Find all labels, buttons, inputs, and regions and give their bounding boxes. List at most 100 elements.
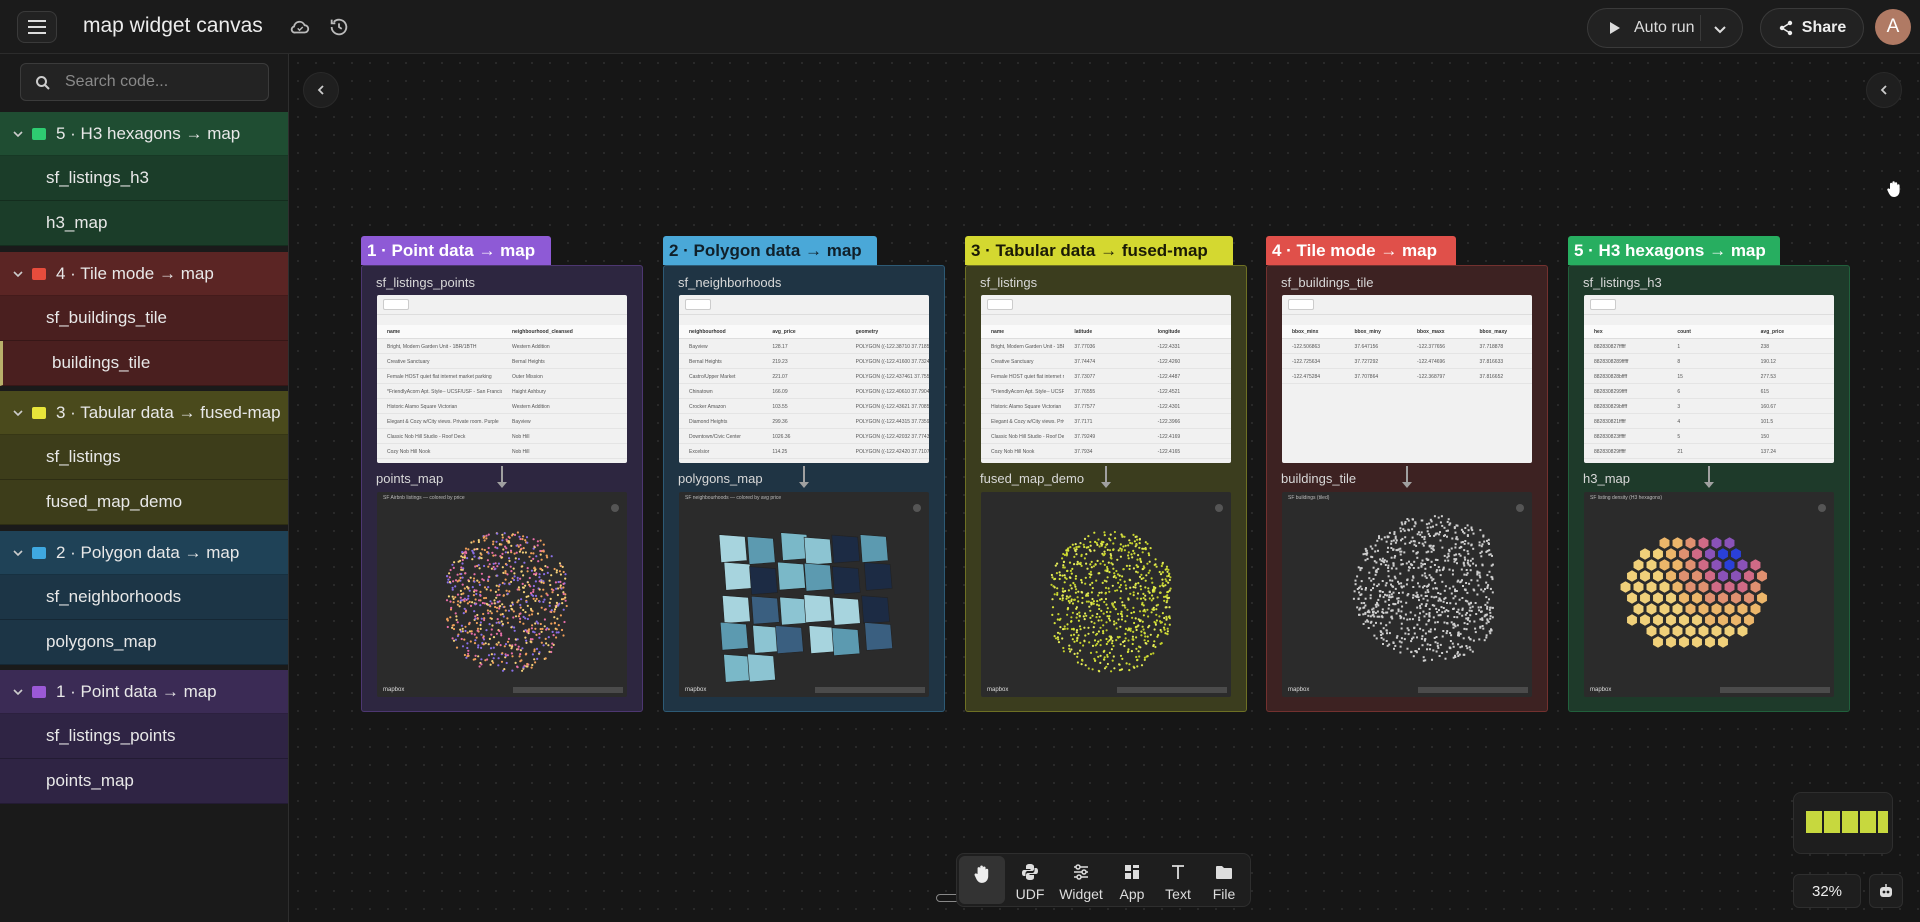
- filter-button[interactable]: [685, 299, 711, 310]
- map-node-title[interactable]: fused_map_demo: [980, 471, 1084, 486]
- column-header[interactable]: bbox_minx: [1282, 325, 1345, 338]
- table-row[interactable]: Female HOST quiet flat internet market p…: [981, 369, 1231, 384]
- flow-group-tag[interactable]: 3 · Tabular data → fused-map: [965, 236, 1233, 265]
- sidebar-item[interactable]: sf_listings_h3: [0, 156, 288, 201]
- table-row[interactable]: 882830827fffff 1 238: [1584, 339, 1834, 354]
- column-header[interactable]: latitude: [1064, 325, 1147, 338]
- filter-button[interactable]: [987, 299, 1013, 310]
- table-row[interactable]: Diamond Heights 299.36 POLYGON ((-122.4431…: [679, 414, 929, 429]
- map-node-title[interactable]: polygons_map: [678, 471, 763, 486]
- share-button[interactable]: Share: [1760, 8, 1864, 48]
- hand-tool-button[interactable]: [959, 856, 1005, 904]
- column-header[interactable]: longitude: [1148, 325, 1231, 338]
- table-row[interactable]: Female HOST quiet flat internet market p…: [377, 369, 627, 384]
- flow-group-panel[interactable]: sf_listings_points name neighbourhood_clea…: [361, 265, 643, 712]
- map-node-title[interactable]: points_map: [376, 471, 443, 486]
- table-preview[interactable]: name latitude longitude Bright, Modern Gard…: [981, 295, 1231, 463]
- table-row[interactable]: 882830829bffff 3 160.67: [1584, 399, 1834, 414]
- collapse-left-button[interactable]: [303, 72, 339, 108]
- table-node-title[interactable]: sf_neighborhoods: [678, 275, 781, 290]
- avatar[interactable]: A: [1875, 9, 1911, 45]
- flow-group-panel[interactable]: sf_listings_h3 hex count avg_price 882830827…: [1568, 265, 1850, 712]
- column-header[interactable]: avg_price: [762, 325, 845, 338]
- map-node-title[interactable]: h3_map: [1583, 471, 1630, 486]
- table-preview[interactable]: name neighbourhood_cleansed Bright, Modern…: [377, 295, 627, 463]
- sidebar-item[interactable]: sf_buildings_tile: [0, 296, 288, 341]
- table-row[interactable]: Creative Sanctuary Bernal Heights: [377, 354, 627, 369]
- table-row[interactable]: Historic Alamo Square Victorian 37.77577-…: [981, 399, 1231, 414]
- table-row[interactable]: Bright, Modern Garden Unit - 1BR/1BTH37.…: [981, 339, 1231, 354]
- table-row[interactable]: Classic Nob Hill Studio - Roof Deck Nob H…: [377, 429, 627, 444]
- column-header[interactable]: neighbourhood_cleansed: [502, 325, 627, 338]
- flow-group-tag[interactable]: 1 · Point data → map: [361, 236, 551, 265]
- column-header[interactable]: name: [377, 325, 502, 338]
- table-row[interactable]: Excelsior 114.25 POLYGON ((-122.42420 37.7…: [679, 444, 929, 459]
- table-row[interactable]: Elegant & Cozy w/City views. Private roo…: [981, 414, 1231, 429]
- assistant-button[interactable]: [1869, 874, 1903, 908]
- sidebar-group-header[interactable]: 2 · Polygon data → map: [0, 531, 288, 575]
- table-preview[interactable]: neighbourhood avg_price geometry Bayview 128…: [679, 295, 929, 463]
- table-row[interactable]: Classic Nob Hill Studio - Roof Deck 37.79…: [981, 429, 1231, 444]
- search-box[interactable]: [20, 63, 269, 101]
- column-header[interactable]: bbox_miny: [1345, 325, 1408, 338]
- table-row[interactable]: Crocker Amazon 103.55 POLYGON ((-122.43621…: [679, 399, 929, 414]
- column-header[interactable]: avg_price: [1751, 325, 1834, 338]
- table-node-title[interactable]: sf_buildings_tile: [1281, 275, 1374, 290]
- history-icon[interactable]: [328, 16, 350, 38]
- map-zoom-icon[interactable]: [913, 504, 921, 512]
- column-header[interactable]: bbox_maxx: [1407, 325, 1470, 338]
- sidebar-group-header[interactable]: 3 · Tabular data → fused-map: [0, 391, 288, 435]
- sidebar-item[interactable]: sf_neighborhoods: [0, 575, 288, 620]
- map-node-title[interactable]: buildings_tile: [1281, 471, 1356, 486]
- sidebar-group-header[interactable]: 1 · Point data → map: [0, 670, 288, 714]
- app-title[interactable]: map widget canvas: [83, 14, 263, 38]
- table-row[interactable]: 882830829fffff 21 137.24: [1584, 444, 1834, 459]
- table-node-title[interactable]: sf_listings_h3: [1583, 275, 1662, 290]
- table-row[interactable]: Castro/Upper Market 221.07 POLYGON ((-122.…: [679, 369, 929, 384]
- sidebar-item[interactable]: polygons_map: [0, 620, 288, 665]
- map-preview[interactable]: SF listing density (H3 hexagons) mapbox: [1584, 492, 1834, 697]
- sidebar-group-header[interactable]: 4 · Tile mode → map: [0, 252, 288, 296]
- table-row[interactable]: Elegant & Cozy w/City views. Private roo…: [377, 414, 627, 429]
- table-node-title[interactable]: sf_listings_points: [376, 275, 475, 290]
- text-tool-button[interactable]: Text: [1155, 854, 1201, 906]
- map-zoom-icon[interactable]: [1516, 504, 1524, 512]
- auto-run-button[interactable]: Auto run: [1587, 8, 1743, 48]
- sidebar-item[interactable]: buildings_tile: [0, 341, 288, 386]
- widget-tool-button[interactable]: Widget: [1053, 854, 1109, 906]
- file-tool-button[interactable]: File: [1201, 854, 1247, 906]
- sidebar-group-header[interactable]: 5 · H3 hexagons → map: [0, 112, 288, 156]
- map-preview[interactable]: mapbox: [981, 492, 1231, 697]
- flow-group-tag[interactable]: 4 · Tile mode → map: [1266, 236, 1456, 265]
- flow-group-panel[interactable]: sf_buildings_tile bbox_minx bbox_miny bbox_…: [1266, 265, 1548, 712]
- filter-button[interactable]: [1590, 299, 1616, 310]
- table-row[interactable]: Creative Sanctuary 37.74474 -122.4260: [981, 354, 1231, 369]
- table-row[interactable]: Cozy Nob Hill Nook 37.7934 -122.4165: [981, 444, 1231, 459]
- flow-group-panel[interactable]: sf_listings name latitude longitude Bright, …: [965, 265, 1247, 712]
- flow-group-tag[interactable]: 5 · H3 hexagons → map: [1568, 236, 1780, 265]
- cloud-save-icon[interactable]: [289, 16, 311, 38]
- table-row[interactable]: Cozy Nob Hill Nook Nob Hill: [377, 444, 627, 459]
- sidebar-item[interactable]: fused_map_demo: [0, 480, 288, 525]
- table-row[interactable]: 8828308299ffff 6 615: [1584, 384, 1834, 399]
- table-row[interactable]: 882830823fffff 5 150: [1584, 429, 1834, 444]
- udf-tool-button[interactable]: UDF: [1007, 854, 1053, 906]
- chevron-down-icon[interactable]: [1712, 21, 1728, 37]
- map-preview[interactable]: SF Airbnb listings — colored by price map…: [377, 492, 627, 697]
- table-row[interactable]: *FriendlyAcorn Apt. Style-- UCSF/USF - S…: [377, 384, 627, 399]
- filter-button[interactable]: [383, 299, 409, 310]
- sidebar-item[interactable]: points_map: [0, 759, 288, 804]
- table-row[interactable]: Chinatown 166.09 POLYGON ((-122.40610 37.7…: [679, 384, 929, 399]
- column-header[interactable]: neighbourhood: [679, 325, 762, 338]
- map-zoom-icon[interactable]: [1818, 504, 1826, 512]
- table-row[interactable]: Bayview 128.17 POLYGON ((-122.38710 37.718…: [679, 339, 929, 354]
- sidebar-item[interactable]: sf_listings: [0, 435, 288, 480]
- flow-group-panel[interactable]: sf_neighborhoods neighbourhood avg_price ge…: [663, 265, 945, 712]
- minimap[interactable]: [1793, 792, 1893, 854]
- table-preview[interactable]: bbox_minx bbox_miny bbox_maxx bbox_maxy -122…: [1282, 295, 1532, 463]
- app-tool-button[interactable]: App: [1109, 854, 1155, 906]
- sidebar-item[interactable]: h3_map: [0, 201, 288, 246]
- table-row[interactable]: -122.475284 37.707864 -122.368797 37.816652: [1282, 369, 1532, 384]
- table-row[interactable]: Downtown/Civic Center 1026.36 POLYGON ((-1…: [679, 429, 929, 444]
- table-row[interactable]: -122.506863 37.647156 -122.377656 37.718878: [1282, 339, 1532, 354]
